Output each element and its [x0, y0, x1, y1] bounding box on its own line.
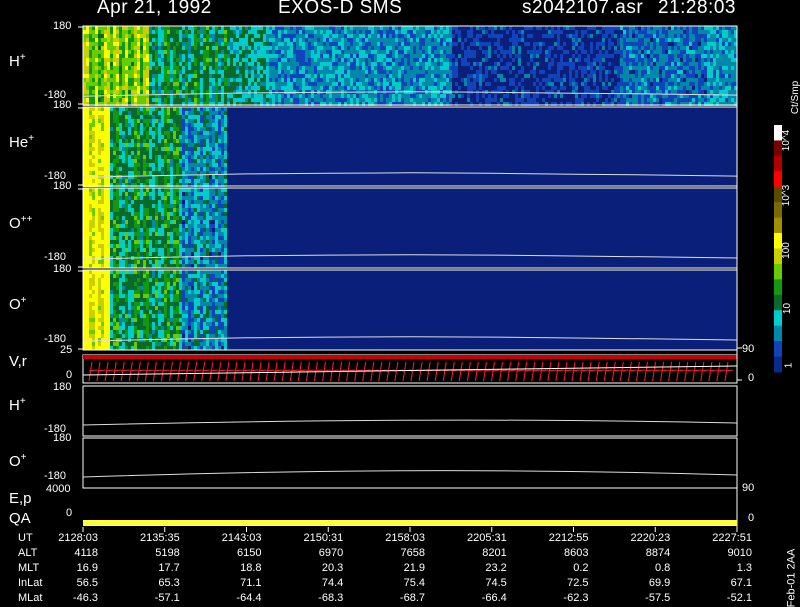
ephem-cell: 74.5 — [447, 577, 507, 589]
panel-label-h-plus-line: H+ — [9, 396, 26, 414]
panel-label-o-plus: O+ — [9, 295, 27, 313]
colorbar-step-2 — [774, 156, 782, 172]
colorbar-tick-10000: 10^4 — [781, 130, 792, 151]
colorbar-tick-10: 10 — [782, 303, 793, 314]
ephem-cell: 2205:31 — [447, 532, 507, 544]
ephem-cell: 2150:31 — [283, 532, 343, 544]
ephem-cell: 56.5 — [38, 577, 98, 589]
ytick-vr-right-top: 90 — [742, 343, 754, 355]
ephem-cell: -52.1 — [692, 592, 752, 604]
colorbar-tick-100: 100 — [781, 242, 792, 259]
ytick-qa-right: 0 — [748, 512, 754, 524]
ephem-cell: 6150 — [202, 547, 262, 559]
panel-label-ep: E,p — [9, 490, 32, 507]
ytick-qa: 0 — [66, 507, 72, 519]
vr-panel-frame — [83, 355, 737, 383]
ephem-cell: 75.4 — [365, 577, 425, 589]
ephem-cell: 69.9 — [610, 577, 670, 589]
ephem-cell: -62.3 — [529, 592, 589, 604]
o-line-panel-frame — [83, 438, 737, 488]
h-line-panel-frame — [83, 386, 737, 436]
panel-label-h-plus: H+ — [9, 52, 26, 70]
ephem-cell: 2135:35 — [120, 532, 180, 544]
ephem-cell: 0.8 — [610, 562, 670, 574]
colorbar-step-10 — [774, 279, 782, 295]
ephem-cell: 8201 — [447, 547, 507, 559]
ephem-cell: 16.9 — [38, 562, 98, 574]
ytick-o2-max: 180 — [53, 180, 71, 192]
ytick-vr-min: 0 — [66, 369, 72, 381]
ephem-cell: 5198 — [120, 547, 180, 559]
ytick-ep-right: 90 — [742, 482, 754, 494]
ephem-cell: 2158:03 — [365, 532, 425, 544]
ephem-label-mlt: MLT — [18, 562, 39, 574]
panel-label-o-plus-line: O+ — [9, 452, 27, 470]
panel-label-he-plus: He+ — [9, 133, 34, 151]
footer-note: Feb-01 2AA — [785, 549, 797, 607]
ephem-cell: -68.3 — [283, 592, 343, 604]
ytick-o-max: 180 — [53, 263, 71, 275]
ytick-hline-max: 180 — [53, 381, 71, 393]
colorbar-title-text: Ct/Smp — [790, 81, 800, 114]
ephem-cell: 71.1 — [202, 577, 262, 589]
ephem-cell: 23.2 — [447, 562, 507, 574]
ephem-cell: 8603 — [529, 547, 589, 559]
ephem-cell: -64.4 — [202, 592, 262, 604]
ephem-cell: 7658 — [365, 547, 425, 559]
ephem-cell: 2128:03 — [38, 532, 98, 544]
colorbar-step-13 — [774, 326, 782, 342]
panel-label-o-plusplus: O++ — [9, 214, 32, 232]
ephem-cell: 2227:51 — [692, 532, 752, 544]
colorbar-step-14 — [774, 341, 782, 357]
ytick-oline-min: -180 — [44, 470, 66, 482]
colorbar-step-11 — [774, 295, 782, 311]
ephem-cell: 9010 — [692, 547, 752, 559]
ephem-cell: 2143:03 — [202, 532, 262, 544]
colorbar-step-6 — [774, 218, 782, 234]
ephem-cell: 0.2 — [529, 562, 589, 574]
ephem-cell: 4118 — [38, 547, 98, 559]
ephem-cell: 65.3 — [120, 577, 180, 589]
ytick-vr-max: 25 — [60, 344, 72, 356]
ephem-cell: -68.7 — [365, 592, 425, 604]
spectrogram-plot — [0, 0, 800, 600]
ephem-cell: 8874 — [610, 547, 670, 559]
colorbar-tick-1000: 10^3 — [781, 185, 792, 206]
ephem-cell: 20.3 — [283, 562, 343, 574]
colorbar-step-9 — [774, 264, 782, 280]
ephem-cell: 17.7 — [120, 562, 180, 574]
colorbar-step-15 — [774, 357, 782, 373]
ytick-oline-max: 180 — [53, 432, 71, 444]
ephem-cell: 6970 — [283, 547, 343, 559]
ytick-vr-right-bottom: 0 — [748, 372, 754, 384]
colorbar-step-12 — [774, 310, 782, 326]
panel-label-qa: QA — [9, 510, 31, 527]
ephem-label-alt: ALT — [18, 547, 37, 559]
colorbar-tick-1: 1 — [783, 363, 794, 369]
ephem-cell: -57.1 — [120, 592, 180, 604]
ephem-cell: 21.9 — [365, 562, 425, 574]
ephem-cell: 72.5 — [529, 577, 589, 589]
panel-label-vr: V,r — [9, 353, 27, 370]
vr-top-band — [83, 355, 737, 359]
ytick-o2-min: -180 — [44, 251, 66, 263]
ephem-cell: -57.5 — [610, 592, 670, 604]
ephem-cell: 67.1 — [692, 577, 752, 589]
ephem-cell: 2212:55 — [529, 532, 589, 544]
qa-bar — [83, 520, 737, 526]
ephem-cell: 2220:23 — [610, 532, 670, 544]
ephem-cell: -46.3 — [38, 592, 98, 604]
ephem-label-ut: UT — [18, 532, 33, 544]
ytick-ep: 4000 — [46, 483, 70, 495]
ytick-h-max: 180 — [53, 20, 71, 32]
ephem-cell: 1.3 — [692, 562, 752, 574]
ephem-cell: -66.4 — [447, 592, 507, 604]
ytick-he-max: 180 — [53, 99, 71, 111]
ephem-cell: 74.4 — [283, 577, 343, 589]
ephem-cell: 18.8 — [202, 562, 262, 574]
